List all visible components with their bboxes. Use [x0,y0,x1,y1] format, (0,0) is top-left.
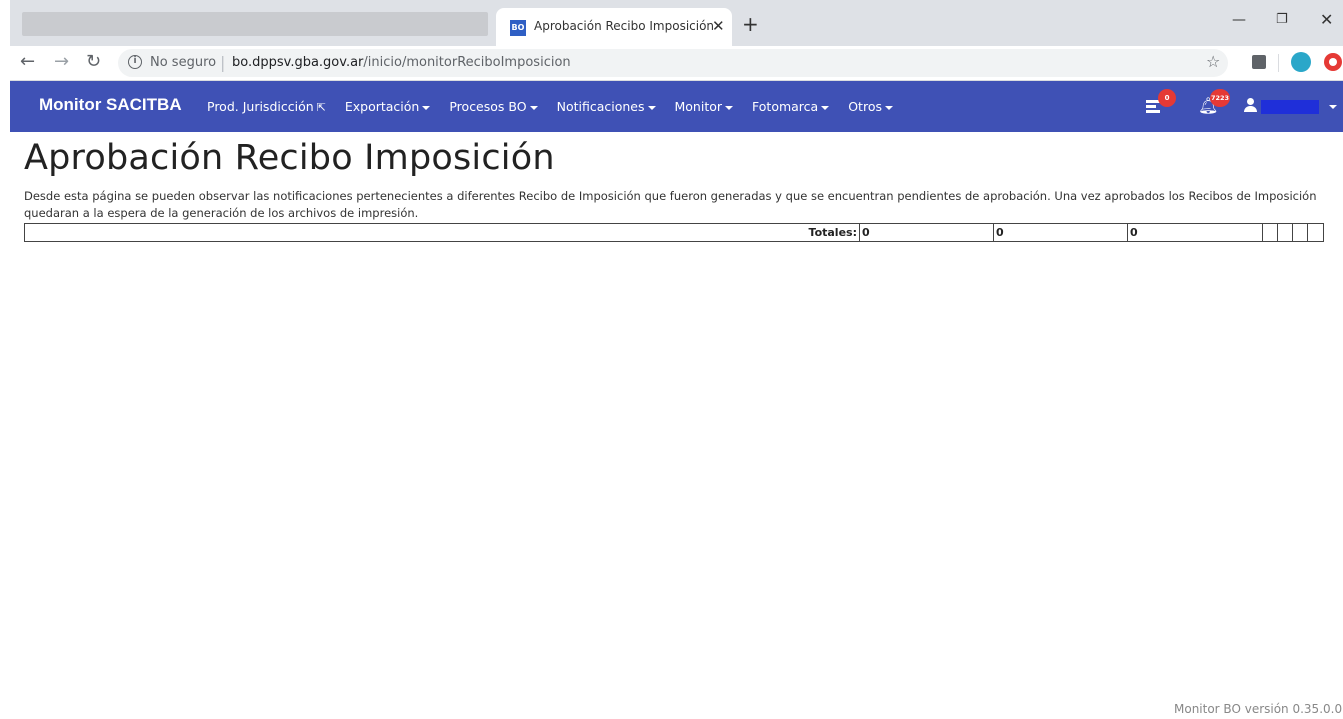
nav-item-otros[interactable]: Otros [848,81,893,132]
nav-item-label: Fotomarca [752,99,819,114]
restore-icon[interactable]: ❐ [1276,12,1288,27]
extension-sheet-icon[interactable] [1252,55,1266,69]
window-close-icon[interactable]: ✕ [1320,10,1333,29]
alerts-count-badge: 7223 [1210,89,1230,107]
url-text[interactable]: bo.dppsv.gba.gov.ar/inicio/monitorRecibo… [232,55,571,70]
total-value: 0 [859,223,994,242]
total-value: 0 [993,223,1128,242]
table-row: Totales: 0 0 0 [25,223,1324,242]
totals-table: Totales: 0 0 0 [24,223,1324,242]
tab-favicon-icon: BO [510,20,526,36]
nav-item-label: Prod. Jurisdicción [207,99,314,114]
empty-cell [1277,223,1293,242]
security-label[interactable]: No seguro [150,55,216,70]
url-host: bo.dppsv.gba.gov.ar [232,55,364,70]
caret-down-icon [647,105,656,110]
new-tab-button[interactable]: + [742,14,759,34]
address-bar[interactable]: i No seguro | bo.dppsv.gba.gov.ar/inicio… [118,49,1228,77]
extension-adblock-icon[interactable] [1324,53,1342,71]
user-menu-redacted[interactable] [1261,100,1319,114]
nav-menu: Prod. Jurisdicción ⇱ Exportación Procesos… [207,81,912,132]
browser-chrome: BO Aprobación Recibo Imposición ✕ + — ❐ … [10,0,1343,81]
main-content: Aprobación Recibo Imposición Desde esta … [10,132,1343,719]
window-gutter [0,0,10,719]
nav-item-monitor[interactable]: Monitor [675,81,734,132]
caret-down-icon [529,105,538,110]
app-brand[interactable]: Monitor SACITBA [39,95,182,115]
tab-close-icon[interactable]: ✕ [712,17,725,35]
forward-arrow-icon[interactable]: → [54,52,69,72]
caret-down-icon [725,105,734,110]
page-title: Aprobación Recibo Imposición [24,138,555,178]
tab-strip: BO Aprobación Recibo Imposición ✕ + — ❐ … [10,0,1343,46]
nav-item-label: Procesos BO [449,99,527,114]
url-path: /inicio/monitorReciboImposicion [363,55,571,70]
caret-down-icon [422,105,431,110]
nav-item-label: Monitor [674,99,723,114]
empty-cell [1262,223,1278,242]
extension-globe-icon[interactable] [1291,52,1311,72]
totals-label: Totales: [808,226,857,239]
external-link-icon: ⇱ [316,101,326,114]
caret-down-icon [821,105,830,110]
nav-item-fotomarca[interactable]: Fotomarca [752,81,830,132]
user-icon[interactable] [1244,98,1257,112]
nav-item-label: Otros [848,99,882,114]
user-caret-down-icon[interactable] [1329,105,1337,109]
url-separator: | [220,53,226,72]
nav-item-label: Notificaciones [556,99,645,114]
nav-item-exportacion[interactable]: Exportación [345,81,431,132]
toolbar-divider [1278,54,1279,72]
version-footer: Monitor BO versión 0.35.0.0 [1174,702,1343,716]
nav-item-label: Exportación [344,99,420,114]
empty-cell [1307,223,1324,242]
page-description: Desde esta página se pueden observar las… [24,189,1317,220]
bookmark-star-icon[interactable]: ☆ [1206,52,1220,71]
tab-title: Aprobación Recibo Imposición [534,19,715,33]
nav-item-notificaciones[interactable]: Notificaciones [557,81,656,132]
empty-cell [1292,223,1308,242]
back-arrow-icon[interactable]: ← [20,52,35,72]
nav-item-procesos-bo[interactable]: Procesos BO [449,81,538,132]
nav-item-prod-jurisdiccion[interactable]: Prod. Jurisdicción ⇱ [207,81,326,132]
app-navbar: Monitor SACITBA Prod. Jurisdicción ⇱ Expo… [10,81,1343,132]
redacted-tab[interactable] [22,12,488,36]
active-tab[interactable]: BO Aprobación Recibo Imposición ✕ [496,8,732,46]
total-value: 0 [1127,223,1263,242]
tasks-count-badge: 0 [1158,89,1176,107]
info-icon[interactable]: i [128,55,142,69]
minimize-icon[interactable]: — [1232,12,1246,28]
browser-toolbar: ← → ↻ i No seguro | bo.dppsv.gba.gov.ar/… [10,46,1343,81]
caret-down-icon [884,105,893,110]
reload-icon[interactable]: ↻ [86,52,101,72]
